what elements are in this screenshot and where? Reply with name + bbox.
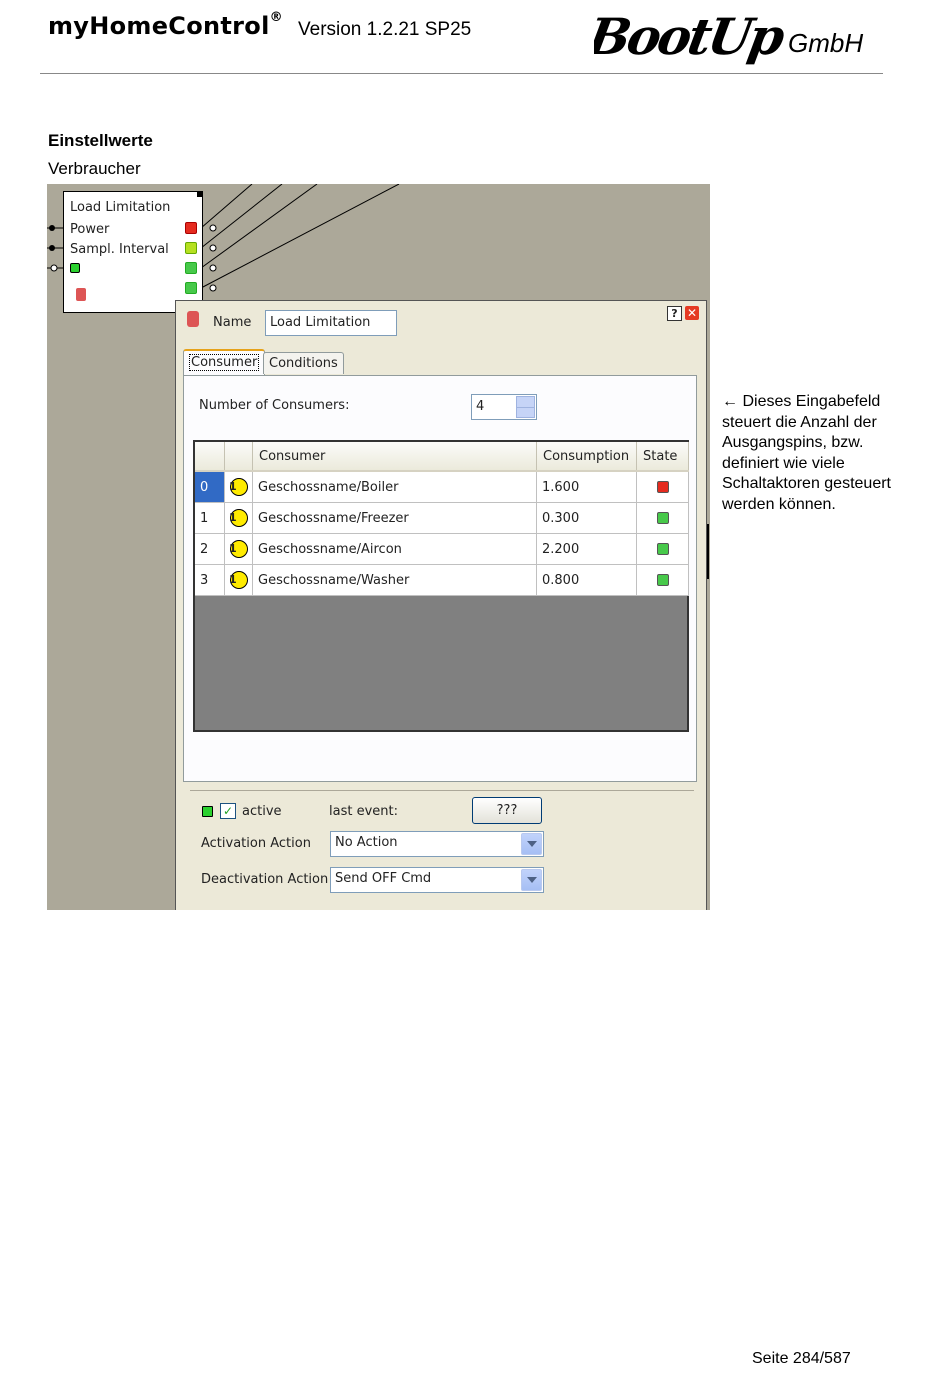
table-row[interactable]: 1 Geschossname/Freezer 0.300 [195,502,689,534]
chevron-down-icon[interactable] [521,833,542,855]
consumer-cell[interactable]: Geschossname/Aircon [252,533,537,565]
tab-conditions[interactable]: Conditions [263,352,344,374]
lamp-icon [229,540,248,558]
svg-text:BootUp: BootUp [594,7,789,66]
help-icon[interactable]: ? [667,306,682,321]
load-limitation-block[interactable]: Load Limitation Power Sampl. Interval [63,191,203,313]
block-corner-handle[interactable] [197,192,202,197]
section-title: Einstellwerte [48,131,153,150]
consumption-cell[interactable]: 0.300 [536,502,637,534]
note-text: Dieses Eingabefeld steuert die Anzahl de… [722,393,891,513]
editor-canvas: Load Limitation Power Sampl. Interval Na… [47,184,710,910]
state-led-icon [656,481,669,493]
bootup-logo: BootUp GmbH [581,6,884,68]
registered-mark: ® [269,10,283,25]
col-consumer[interactable]: Consumer [252,442,537,472]
section-subtitle: Verbraucher [48,159,141,178]
arrow-left-icon: ← [722,393,738,410]
plug-icon [76,288,86,301]
block-title: Load Limitation [70,200,171,215]
row-index[interactable]: 2 [195,533,225,565]
col-index [195,442,225,472]
consumption-cell[interactable]: 1.600 [536,471,637,503]
active-checkbox[interactable]: ✓ [220,803,236,819]
name-input[interactable]: Load Limitation [265,310,397,336]
output-pin-2-icon[interactable] [185,262,197,274]
state-led-icon [656,512,669,524]
chevron-down-icon[interactable] [521,869,542,891]
last-event-label: last event: [329,804,398,819]
consumer-table: Consumer Consumption State 0 Geschossnam… [193,440,689,732]
col-state[interactable]: State [636,442,689,472]
num-consumers-spinner[interactable]: 4 [471,394,537,420]
output-pin-0-icon[interactable] [185,222,197,234]
page-number: Seite 284/587 [752,1350,851,1367]
lamp-icon [229,478,248,496]
consumer-cell[interactable]: Geschossname/Boiler [252,471,537,503]
svg-text:GmbH: GmbH [788,28,863,58]
input-interval-label: Sampl. Interval [70,242,169,257]
consumption-cell[interactable]: 0.800 [536,564,637,596]
header-divider [40,73,883,74]
lamp-icon [229,509,248,527]
properties-dialog: Name Load Limitation ? ✕ Consumer Condit… [175,300,707,910]
active-pin-icon [202,806,213,817]
close-icon[interactable]: ✕ [685,306,699,320]
app-name: myHomeControl® [48,10,283,40]
plug-icon [187,311,199,327]
output-pin-3-icon[interactable] [185,282,197,294]
consumer-cell[interactable]: Geschossname/Washer [252,564,537,596]
name-label: Name [213,315,252,330]
row-index[interactable]: 0 [195,471,225,503]
active-pin-icon [70,263,80,273]
consumer-cell[interactable]: Geschossname/Freezer [252,502,537,534]
spin-down-icon[interactable] [516,407,535,418]
col-icon [224,442,253,472]
last-event-button[interactable]: ??? [472,797,542,824]
deactivation-select[interactable]: Send OFF Cmd [330,867,544,893]
consumer-panel: Number of Consumers: 4 Consumer Consumpt… [183,375,697,782]
table-row[interactable]: 2 Geschossname/Aircon 2.200 [195,533,689,565]
row-index[interactable]: 1 [195,502,225,534]
tab-consumer[interactable]: Consumer [183,349,266,375]
consumption-cell[interactable]: 2.200 [536,533,637,565]
activation-label: Activation Action [201,836,311,851]
row-index[interactable]: 3 [195,564,225,596]
activation-select[interactable]: No Action [330,831,544,857]
table-row[interactable]: 3 Geschossname/Washer 0.800 [195,564,689,596]
table-row[interactable]: 0 Geschossname/Boiler 1.600 [195,471,689,503]
deactivation-label: Deactivation Action [201,872,329,887]
active-label: active [242,804,282,819]
col-consumption[interactable]: Consumption [536,442,637,472]
output-pin-1-icon[interactable] [185,242,197,254]
version-label: Version 1.2.21 SP25 [298,19,472,40]
side-note: ← Dieses Eingabefeld steuert die Anzahl … [722,392,892,515]
input-power-label: Power [70,222,110,237]
state-led-icon [656,574,669,586]
num-consumers-label: Number of Consumers: [199,398,350,413]
state-led-icon [656,543,669,555]
divider [190,790,694,791]
lamp-icon [229,571,248,589]
